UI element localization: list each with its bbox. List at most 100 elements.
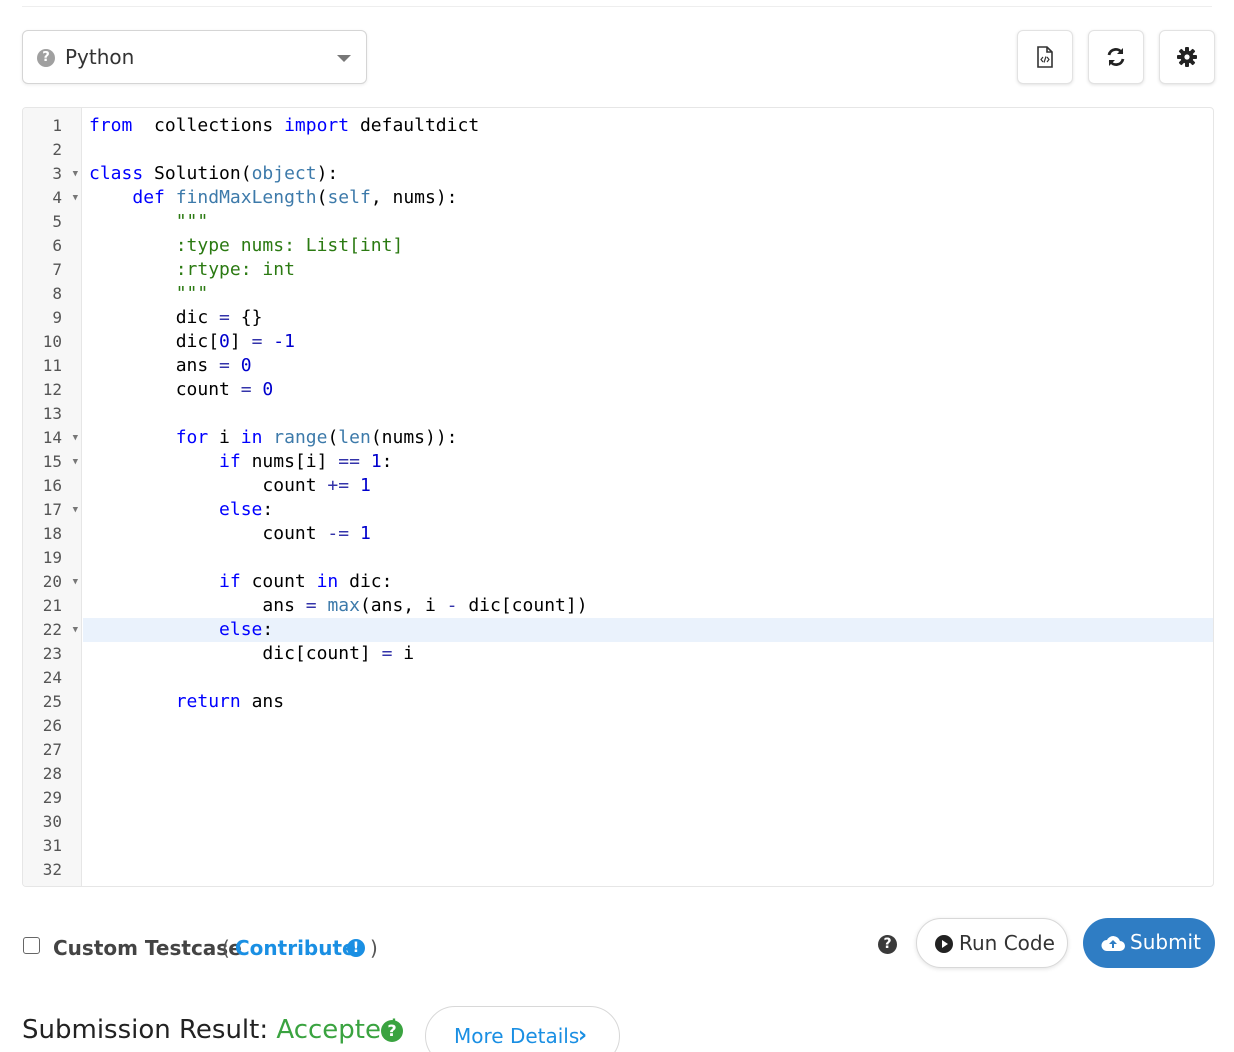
gutter-row: 6 — [23, 234, 82, 258]
custom-testcase-checkbox[interactable] — [23, 937, 40, 954]
result-help-icon[interactable]: ? — [381, 1020, 403, 1042]
gear-icon — [1177, 47, 1197, 67]
code-line: if count in dic: — [219, 571, 393, 592]
code-line: dic = {} — [89, 307, 263, 328]
gutter-row: 27 — [23, 738, 82, 762]
line-number: 4 — [52, 188, 62, 207]
gutter-row: 23 — [23, 642, 82, 666]
code-line: else: — [219, 499, 274, 520]
gutter-row: 4 ▼ — [23, 186, 82, 210]
gutter-row: 32 — [23, 858, 82, 882]
play-circle-icon — [935, 935, 953, 953]
line-number: 9 — [52, 308, 62, 327]
gutter-row: 2 — [23, 138, 82, 162]
language-select[interactable]: ? Python — [22, 30, 367, 84]
gutter-row: 17 ▼ — [23, 498, 82, 522]
line-number: 15 — [42, 452, 62, 471]
language-selected-value: Python — [65, 45, 135, 69]
line-number: 24 — [42, 668, 62, 687]
line-number: 6 — [52, 236, 62, 255]
fold-arrow-icon[interactable]: ▼ — [73, 426, 78, 450]
gutter-row: 18 — [23, 522, 82, 546]
line-number: 14 — [42, 428, 62, 447]
line-number: 30 — [42, 812, 62, 831]
code-line: else: — [219, 619, 274, 640]
file-code-icon — [1037, 46, 1053, 68]
code-line: dic[count] = i — [89, 643, 415, 664]
help-icon[interactable]: ? — [878, 935, 897, 954]
fold-arrow-icon[interactable]: ▼ — [73, 186, 78, 210]
line-number-gutter: 1 2 3 ▼ 4 ▼ 5 6 7 8 9 10 11 12 13 14 ▼ 15 ▼ 16 17 ▼ 18 19 20 ▼ 21 2… — [23, 108, 82, 886]
gutter-row: 12 — [23, 378, 82, 402]
code-line: for i in range(len(nums)): — [175, 427, 458, 448]
fold-arrow-icon[interactable]: ▼ — [73, 618, 78, 642]
line-number: 5 — [52, 212, 62, 231]
gutter-row: 10 — [23, 330, 82, 354]
line-number: 17 — [42, 500, 62, 519]
view-code-button[interactable] — [1017, 30, 1073, 84]
line-number: 29 — [42, 788, 62, 807]
line-number: 12 — [42, 380, 62, 399]
refresh-icon — [1107, 48, 1125, 66]
fold-arrow-icon[interactable]: ▼ — [73, 162, 78, 186]
code-line: class Solution(object): — [89, 163, 339, 184]
code-line: def findMaxLength(self, nums): — [132, 187, 458, 208]
line-number: 23 — [42, 644, 62, 663]
line-number: 19 — [42, 548, 62, 567]
gutter-row: 15 ▼ — [23, 450, 82, 474]
chevron-down-icon — [337, 55, 351, 62]
line-number: 18 — [42, 524, 62, 543]
submit-label: Submit — [1130, 930, 1201, 954]
code-line: if nums[i] == 1: — [219, 451, 393, 472]
line-number: 10 — [42, 332, 62, 351]
custom-testcase-label: Custom Testcase — [53, 936, 242, 960]
line-number: 22 — [42, 620, 62, 639]
settings-button[interactable] — [1159, 30, 1215, 84]
more-details-label: More Details — [454, 1024, 580, 1048]
run-code-label: Run Code — [959, 931, 1055, 955]
gutter-row: 1 — [23, 114, 82, 138]
line-number: 2 — [52, 140, 62, 159]
code-line: :rtype: int — [89, 259, 295, 280]
line-number: 7 — [52, 260, 62, 279]
run-code-button[interactable]: Run Code — [916, 918, 1068, 968]
paren-close: ) — [370, 936, 378, 960]
info-icon[interactable]: ! — [347, 939, 365, 957]
gutter-row: 3 ▼ — [23, 162, 82, 186]
result-status: Accepted — [276, 1015, 398, 1045]
gutter-row: 30 — [23, 810, 82, 834]
gutter-row: 19 — [23, 546, 82, 570]
line-number: 16 — [42, 476, 62, 495]
gutter-row: 26 — [23, 714, 82, 738]
contribute-link[interactable]: Contribute — [235, 936, 356, 960]
gutter-row: 20 ▼ — [23, 570, 82, 594]
line-number: 27 — [42, 740, 62, 759]
gutter-row: 22 ▼ — [23, 618, 82, 642]
gutter-row: 28 — [23, 762, 82, 786]
code-line: ans = 0 — [89, 355, 252, 376]
code-editor[interactable]: 1 2 3 ▼ 4 ▼ 5 6 7 8 9 10 11 12 13 14 ▼ 15 ▼ 16 17 ▼ 18 19 20 ▼ 21 2… — [22, 107, 1214, 887]
gutter-row: 25 — [23, 690, 82, 714]
line-number: 8 — [52, 284, 62, 303]
submit-button[interactable]: Submit — [1083, 918, 1215, 968]
code-line: :type nums: List[int] — [89, 235, 404, 256]
more-details-button[interactable]: More Details › — [425, 1006, 620, 1052]
code-line: ans = max(ans, i - dic[count]) — [89, 595, 588, 616]
fold-arrow-icon[interactable]: ▼ — [73, 570, 78, 594]
line-number: 31 — [42, 836, 62, 855]
fold-arrow-icon[interactable]: ▼ — [73, 450, 78, 474]
line-number: 20 — [42, 572, 62, 591]
reset-code-button[interactable] — [1088, 30, 1144, 84]
fold-arrow-icon[interactable]: ▼ — [73, 498, 78, 522]
line-number: 32 — [42, 860, 62, 879]
submission-result-label: Submission Result: — [22, 1015, 269, 1045]
gutter-row: 5 — [23, 210, 82, 234]
gutter-row: 13 — [23, 402, 82, 426]
chevron-right-icon: › — [578, 1023, 588, 1048]
gutter-row: 7 — [23, 258, 82, 282]
line-number: 13 — [42, 404, 62, 423]
top-divider — [22, 6, 1212, 7]
cloud-upload-icon — [1101, 936, 1125, 951]
line-number: 26 — [42, 716, 62, 735]
gutter-row: 8 — [23, 282, 82, 306]
